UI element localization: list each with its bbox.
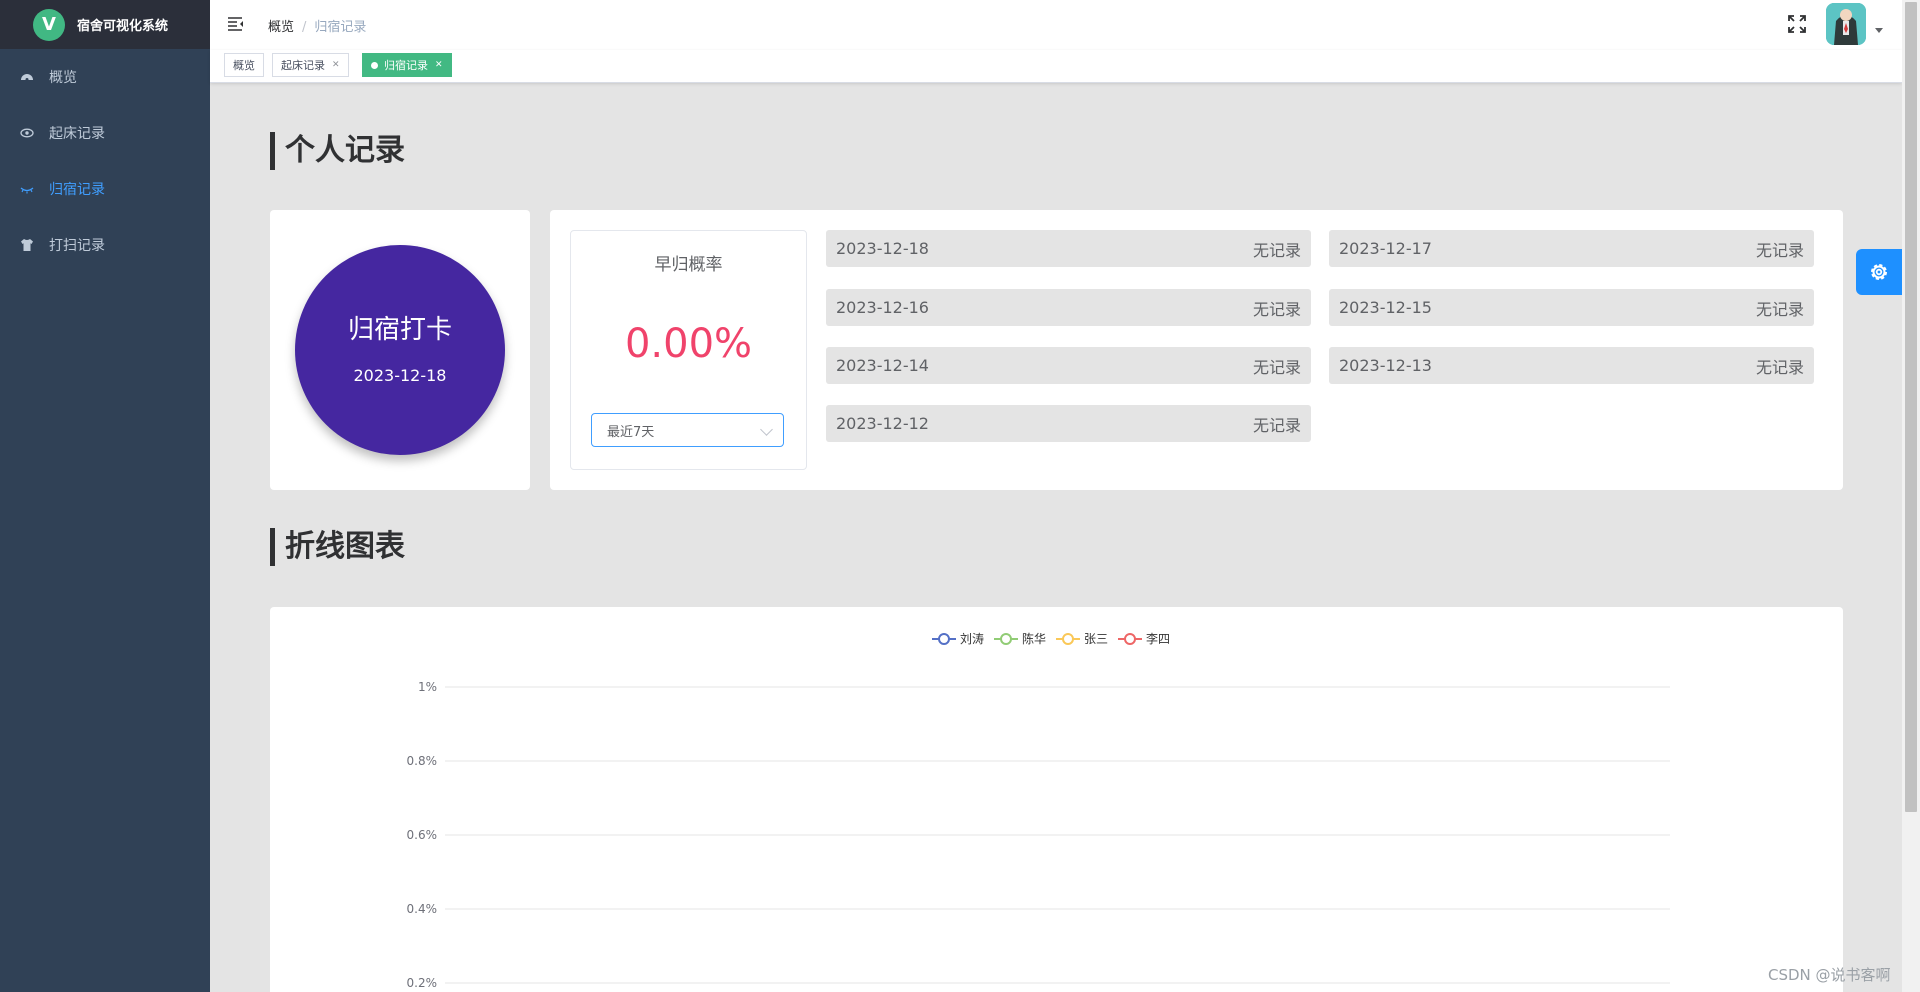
breadcrumb-item-current: 归宿记录 (314, 20, 367, 35)
rate-title: 早归概率 (654, 255, 723, 275)
hamburger-icon[interactable] (227, 15, 245, 33)
tag-wakeup[interactable]: 起床记录 ✕ (272, 53, 349, 77)
breadcrumb-item-overview[interactable]: 概览 (268, 20, 294, 35)
line-chart: 1% 0.8% 0.6% 0.4% 0.2% (407, 680, 1670, 990)
chart-section-title: 折线图表 (270, 528, 405, 566)
caret-down-icon[interactable] (1875, 28, 1883, 33)
breadcrumb-separator: / (302, 20, 307, 35)
sidebar-item-cleaning[interactable]: 打扫记录 (0, 217, 210, 273)
record-date: 2023-12-17 (1339, 239, 1432, 258)
record-status: 无记录 (1755, 299, 1804, 319)
settings-button[interactable] (1856, 249, 1902, 295)
eye-icon (20, 126, 34, 140)
sidebar-item-return[interactable]: 归宿记录 (0, 161, 210, 217)
breadcrumb: 概览 / 归宿记录 (268, 16, 366, 35)
scrollbar-thumb[interactable] (1905, 2, 1917, 812)
sidebar-item-label: 打扫记录 (49, 238, 105, 254)
close-icon[interactable]: ✕ (332, 60, 340, 70)
app-logo[interactable]: V 宿舍可视化系统 (0, 0, 210, 49)
chevron-down-icon (760, 423, 773, 436)
record-date: 2023-12-13 (1339, 356, 1432, 375)
y-tick-label: 0.6% (407, 828, 438, 842)
punch-label: 归宿打卡 (347, 315, 452, 345)
top-navbar: 概览 / 归宿记录 (210, 0, 1902, 51)
tag-overview[interactable]: 概览 (224, 53, 264, 77)
record-date: 2023-12-16 (836, 298, 929, 317)
rate-value: 0.00% (624, 321, 753, 367)
sidebar-item-label: 归宿记录 (49, 182, 105, 198)
tag-label: 概览 (233, 59, 255, 72)
record-item: 2023-12-12 无记录 (826, 405, 1311, 442)
watermark: CSDN @说书客啊 (1768, 966, 1891, 984)
app-title: 宿舍可视化系统 (77, 19, 169, 34)
punch-button[interactable]: 归宿打卡 2023-12-18 (295, 245, 505, 455)
vertical-scrollbar[interactable] (1902, 0, 1920, 992)
eye-closed-icon (20, 182, 34, 196)
early-return-rate-panel: 早归概率 0.00% 最近7天 (570, 230, 807, 470)
record-item: 2023-12-17 无记录 (1329, 230, 1814, 267)
sidebar-item-label: 起床记录 (49, 126, 105, 142)
tag-label: 起床记录 (281, 59, 325, 72)
sidebar-item-label: 概览 (49, 70, 77, 86)
close-icon[interactable]: ✕ (435, 60, 443, 70)
record-status: 无记录 (1755, 357, 1804, 377)
y-tick-label: 0.4% (407, 902, 438, 916)
sidebar-item-wakeup[interactable]: 起床记录 (0, 105, 210, 161)
record-date: 2023-12-18 (836, 239, 929, 258)
tag-label: 归宿记录 (384, 59, 428, 72)
record-item: 2023-12-13 无记录 (1329, 347, 1814, 384)
record-status: 无记录 (1252, 357, 1301, 377)
record-date: 2023-12-12 (836, 414, 929, 433)
vue-logo-icon: V (33, 8, 65, 41)
avatar[interactable] (1826, 3, 1866, 45)
record-status: 无记录 (1755, 240, 1804, 260)
punch-date: 2023-12-18 (353, 366, 447, 385)
active-dot-icon (371, 61, 378, 69)
range-select-value: 最近7天 (607, 424, 655, 440)
y-tick-label: 0.2% (407, 976, 438, 990)
dashboard-icon (20, 70, 34, 84)
record-date: 2023-12-14 (836, 356, 929, 375)
record-item: 2023-12-16 无记录 (826, 289, 1311, 326)
range-select[interactable]: 最近7天 (591, 413, 784, 447)
shirt-icon (20, 238, 34, 252)
record-status: 无记录 (1252, 299, 1301, 319)
record-status: 无记录 (1252, 415, 1301, 435)
record-item: 2023-12-14 无记录 (826, 347, 1311, 384)
record-item: 2023-12-15 无记录 (1329, 289, 1814, 326)
sidebar: V 宿舍可视化系统 概览 起床记录 归宿记录 打扫记录 (0, 0, 210, 992)
y-tick-label: 1% (418, 680, 437, 694)
personal-section-title: 个人记录 (270, 132, 405, 170)
tag-return[interactable]: 归宿记录 ✕ (362, 53, 452, 77)
record-item: 2023-12-18 无记录 (826, 230, 1311, 267)
record-date: 2023-12-15 (1339, 298, 1432, 317)
sidebar-item-overview[interactable]: 概览 (0, 49, 210, 105)
y-tick-label: 0.8% (407, 754, 438, 768)
tags-view: 概览 起床记录 ✕ 归宿记录 ✕ (210, 50, 1902, 83)
fullscreen-icon[interactable] (1787, 14, 1807, 34)
gear-icon (1871, 264, 1887, 280)
record-status: 无记录 (1252, 240, 1301, 260)
